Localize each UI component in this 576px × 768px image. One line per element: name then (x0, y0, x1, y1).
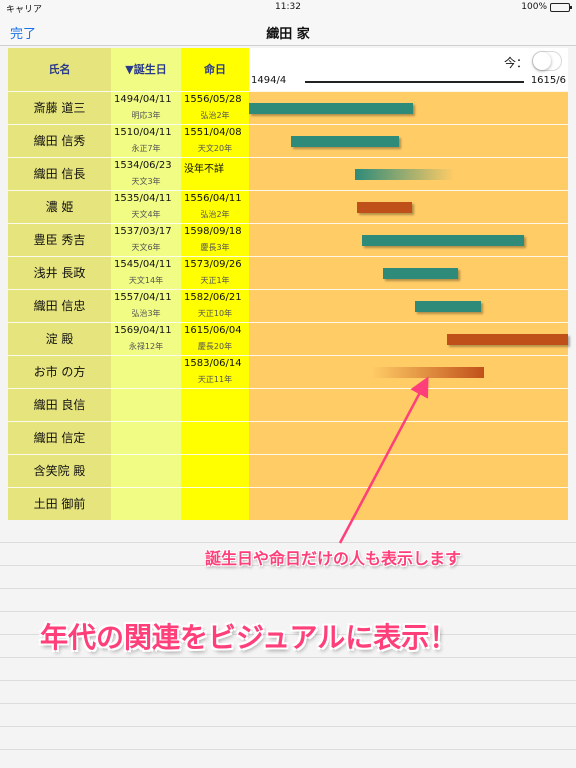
death-date: 1598/09/18 (184, 226, 242, 237)
battery-percent: 100% (521, 2, 547, 12)
table-row[interactable]: 織田 信秀 1510/04/11 永正7年 1551/04/08 天文20年 (8, 124, 568, 157)
person-name: 豊臣 秀吉 (33, 233, 86, 247)
death-era: 天正11年 (197, 375, 233, 384)
death-date: 1615/06/04 (184, 325, 242, 336)
lifespan-bar (291, 136, 400, 147)
table-row[interactable]: 織田 良信 (8, 388, 568, 421)
timeline-start-label: 1494/4 (251, 75, 287, 86)
person-name: 織田 信定 (33, 431, 86, 445)
person-name: 土田 御前 (33, 497, 86, 511)
birth-era: 天文3年 (131, 177, 161, 186)
person-name: 織田 信長 (33, 167, 86, 181)
table-row[interactable]: 織田 信定 (8, 421, 568, 454)
name-column-header: 氏名 (48, 63, 71, 76)
now-label: 今： (503, 56, 528, 70)
timeline-end-label: 1615/6 (530, 75, 566, 86)
birth-era: 永禄12年 (128, 342, 164, 351)
death-era: 弘治2年 (200, 111, 230, 120)
birth-date: 1545/04/11 (114, 259, 172, 270)
death-date: 1551/04/08 (184, 127, 242, 138)
table-row[interactable]: 織田 信忠 1557/04/11 弘治3年 1582/06/21 天正10年 (8, 289, 568, 322)
table-row[interactable]: 濃 姫 1535/04/11 天文4年 1556/04/11 弘治2年 (8, 190, 568, 223)
lifespan-bar (383, 268, 459, 279)
table-row[interactable]: 浅井 長政 1545/04/11 天文14年 1573/09/26 天正1年 (8, 256, 568, 289)
lifespan-bar (362, 235, 524, 246)
lifespan-bar (354, 169, 454, 180)
birth-era: 弘治3年 (131, 309, 161, 318)
death-date: 1556/04/11 (184, 193, 242, 204)
birth-era: 明応3年 (131, 111, 161, 120)
table-row[interactable]: 土田 御前 (8, 487, 568, 520)
family-timeline-table: 氏名 ▼誕生日 命日 今： 1494/4 1615/6 斎藤 道三 1494/04… (8, 48, 568, 520)
birth-date: 1535/04/11 (114, 193, 172, 204)
callout-headline: 年代の関連をビジュアルに表示！ (40, 621, 458, 654)
lifespan-bar (357, 202, 413, 213)
death-date: 1573/09/26 (184, 259, 242, 270)
lifespan-bar (446, 334, 568, 345)
birth-date: 1510/04/11 (114, 127, 172, 138)
death-era: 慶長20年 (197, 342, 233, 351)
birth-date: 1537/03/17 (114, 226, 172, 237)
table-row[interactable]: 斎藤 道三 1494/04/11 明応3年 1556/05/28 弘治2年 (8, 91, 568, 124)
navigation-bar: 完了 織田 家 (0, 16, 576, 46)
death-date: 没年不詳 (184, 164, 224, 175)
table-row[interactable]: 織田 信長 1534/06/23 天文3年 没年不詳 (8, 157, 568, 190)
birth-date: 1569/04/11 (114, 325, 172, 336)
person-name: 浅井 長政 (33, 266, 86, 280)
lifespan-bar (414, 301, 482, 312)
birth-era: 永正7年 (131, 144, 161, 153)
timeline-range-line (305, 81, 524, 83)
now-toggle[interactable] (532, 51, 562, 71)
lifespan-bar (249, 103, 413, 114)
page-title: 織田 家 (266, 27, 310, 42)
death-date: 1556/05/28 (184, 94, 242, 105)
person-name: 織田 良信 (33, 398, 86, 412)
table-row[interactable]: 豊臣 秀吉 1537/03/17 天文6年 1598/09/18 慶長3年 (8, 223, 568, 256)
person-name: 含笑院 殿 (33, 464, 86, 478)
table-row[interactable]: 淀 殿 1569/04/11 永禄12年 1615/06/04 慶長20年 (8, 322, 568, 355)
birth-era: 天文14年 (128, 276, 164, 285)
person-name: 濃 姫 (45, 200, 74, 214)
person-name: お市 の方 (33, 365, 86, 379)
battery-icon (550, 2, 572, 12)
toggle-knob (533, 52, 551, 70)
table-row[interactable]: お市 の方 1583/06/14 天正11年 (8, 355, 568, 388)
callout-caption: 誕生日や命日だけの人も表示します (205, 549, 462, 568)
birth-date: 1494/04/11 (114, 94, 172, 105)
person-name: 淀 殿 (45, 332, 74, 346)
birth-era: 天文6年 (131, 243, 161, 252)
status-time: 11:32 (275, 2, 301, 12)
person-name: 斎藤 道三 (33, 101, 86, 115)
death-era: 天文20年 (197, 144, 233, 153)
death-date: 1583/06/14 (184, 358, 242, 369)
lifespan-bar (372, 367, 484, 378)
birth-era: 天文4年 (131, 210, 161, 219)
battery-indicator: 100% (521, 2, 572, 12)
birth-date: 1557/04/11 (114, 292, 172, 303)
death-era: 弘治2年 (200, 210, 230, 219)
person-name: 織田 信忠 (33, 299, 86, 313)
status-bar: キャリア 11:32 100% (0, 0, 576, 16)
death-era: 天正1年 (200, 276, 230, 285)
death-era: 天正10年 (197, 309, 233, 318)
person-name: 織田 信秀 (33, 134, 86, 148)
death-date: 1582/06/21 (184, 292, 242, 303)
death-column-header[interactable]: 命日 (181, 48, 249, 91)
birth-column-header[interactable]: ▼誕生日 (111, 48, 181, 91)
death-era: 慶長3年 (200, 243, 230, 252)
timeline-header: 今： 1494/4 1615/6 (249, 48, 568, 91)
birth-date: 1534/06/23 (114, 160, 172, 171)
table-row[interactable]: 含笑院 殿 (8, 454, 568, 487)
